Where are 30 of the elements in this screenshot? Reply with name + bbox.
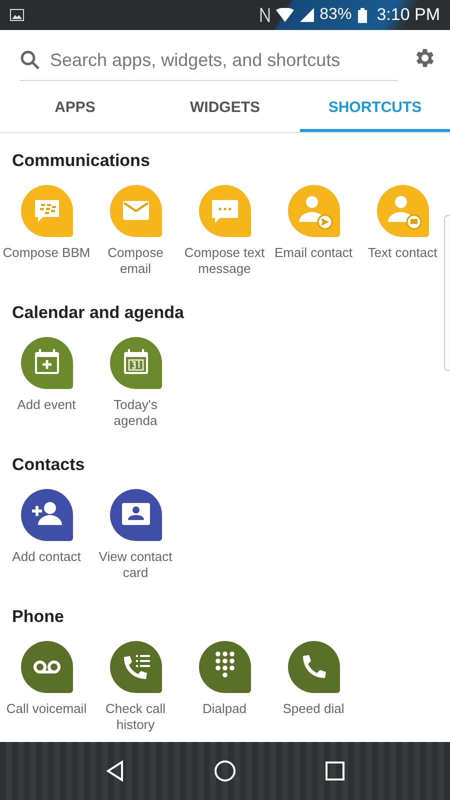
shortcut-item[interactable]: Add contact <box>2 489 91 581</box>
battery-icon <box>358 8 367 22</box>
recents-button[interactable] <box>325 761 346 781</box>
section-heading: Phone <box>12 606 65 628</box>
back-button[interactable] <box>104 760 125 782</box>
section-heading: Calendar and agenda <box>12 302 185 324</box>
shortcut-item[interactable]: Compose BBM <box>2 185 91 277</box>
shortcut-item[interactable]: Compose email <box>91 185 180 277</box>
battery-percent: 83% <box>320 6 352 24</box>
shortcut-item[interactable]: Check call history <box>91 641 180 733</box>
shortcut-item[interactable]: Today's agenda <box>91 337 180 429</box>
signal-icon <box>300 8 314 22</box>
shortcut-item[interactable]: Call voicemail <box>2 641 91 733</box>
section-heading: Communications <box>12 150 151 172</box>
shortcut-item[interactable]: Speed dial <box>269 641 358 733</box>
shortcut-item[interactable]: Email contact <box>269 185 358 277</box>
search-icon <box>20 50 40 70</box>
shortcut-item[interactable]: Add event <box>2 337 91 429</box>
shortcut-item[interactable]: Compose text message <box>180 185 269 277</box>
clock: 3:10 PM <box>376 5 440 25</box>
home-button[interactable] <box>214 760 236 782</box>
scroll-handle[interactable] <box>444 215 450 371</box>
section-heading: Contacts <box>12 454 86 476</box>
image-icon <box>10 9 24 21</box>
search-field[interactable]: Search apps, widgets, and shortcuts <box>50 50 398 70</box>
shortcut-item[interactable]: Dialpad <box>180 641 269 733</box>
wifi-icon <box>276 8 294 22</box>
nfc-icon <box>260 7 270 23</box>
shortcut-item[interactable]: Text contact <box>358 185 447 277</box>
shortcut-item[interactable]: View contact card <box>91 489 180 581</box>
